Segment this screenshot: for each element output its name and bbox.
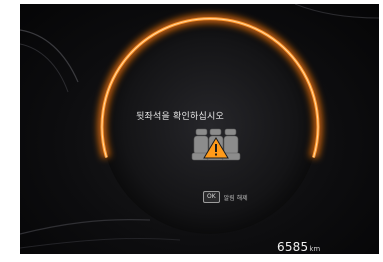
dismiss-alert-label: 알림 해제: [223, 194, 248, 202]
ok-dismiss-hint: OK 알림 해제: [203, 191, 248, 203]
odometer-unit: km: [309, 245, 321, 253]
odometer-value: 6585: [277, 240, 309, 254]
ok-key: OK: [203, 191, 220, 203]
odometer: 6585km: [277, 236, 320, 254]
rear-seats-icon: [191, 128, 241, 161]
warning-message: 뒷좌석을 확인하십시오: [136, 112, 224, 122]
instrument-cluster-display: 뒷좌석을 확인하십시오 OK 알림 해제 6585km: [20, 4, 379, 254]
